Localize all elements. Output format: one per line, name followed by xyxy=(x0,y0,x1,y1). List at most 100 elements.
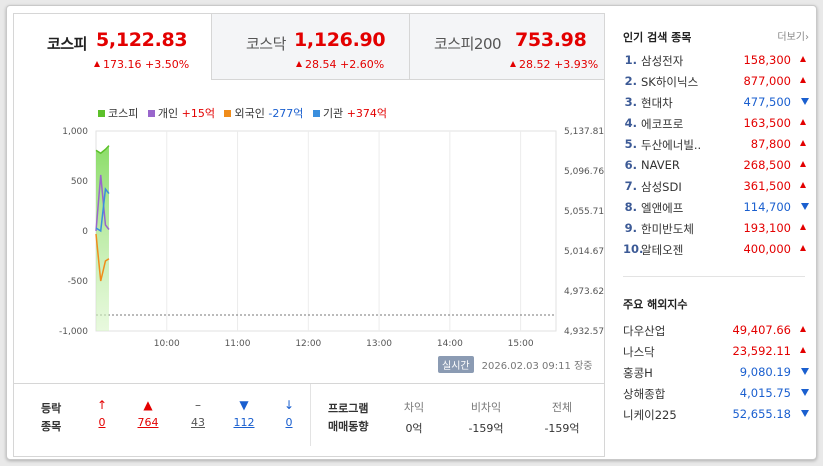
list-item[interactable]: 3. 현대차 477,500 xyxy=(623,95,809,116)
program-value: 0억 xyxy=(405,422,423,435)
stock-name[interactable]: 삼성SDI xyxy=(641,179,682,195)
up-arrow-icon xyxy=(800,326,806,332)
tab-kospi[interactable]: 코스피 5,122.83 173.16 +3.50% xyxy=(14,14,211,80)
breadth-count[interactable]: 43 xyxy=(180,416,216,429)
up-arrow-icon xyxy=(800,347,806,353)
tab-value: 753.98 xyxy=(515,29,587,51)
plot-area xyxy=(95,130,557,332)
list-item[interactable]: 4. 에코프로 163,500 xyxy=(623,116,809,137)
popular-header: 인기 검색 종목 더보기› xyxy=(623,26,809,46)
list-item[interactable]: 홍콩H 9,080.19 xyxy=(623,365,809,386)
right-tick-label: 5,096.76 xyxy=(564,167,604,177)
timestamp: 실시간 2026.02.03 09:11 장중 xyxy=(438,356,592,373)
divider xyxy=(623,276,805,277)
stock-name[interactable]: 삼성전자 xyxy=(641,53,683,69)
program-label-2: 매매동향 xyxy=(328,420,369,433)
x-tick-label: 12:00 xyxy=(295,339,321,349)
stock-price: 87,800 xyxy=(750,137,791,151)
program-arbitrage: 차익 0억 xyxy=(394,399,434,436)
rank-number: 8. xyxy=(624,200,637,214)
breadth-label-1: 등락 xyxy=(41,402,62,415)
stock-name[interactable]: NAVER xyxy=(641,158,680,172)
right-tick-label: 5,055.71 xyxy=(564,207,604,217)
x-tick-label: 15:00 xyxy=(508,339,534,349)
stock-name[interactable]: 에코프로 xyxy=(641,116,683,132)
breadth-limit-up: ↑ 0 xyxy=(84,398,120,429)
index-name[interactable]: 니케이225 xyxy=(623,407,677,423)
kospi-area xyxy=(96,145,109,331)
left-tick-label: 1,000 xyxy=(62,127,88,137)
breadth-count[interactable]: 112 xyxy=(226,416,262,429)
list-item[interactable]: 2. SK하이닉스 877,000 xyxy=(623,74,809,95)
tab-name: 코스닥 xyxy=(246,35,286,53)
tab-change: 173.16 +3.50% xyxy=(94,58,189,71)
program-total: 전체 -159억 xyxy=(536,399,588,436)
more-link[interactable]: 더보기› xyxy=(777,28,809,43)
up-arrow-icon xyxy=(800,56,806,62)
x-tick-label: 10:00 xyxy=(154,339,180,349)
list-item[interactable]: 10. 알테오젠 400,000 xyxy=(623,242,809,263)
index-name[interactable]: 다우산업 xyxy=(623,323,665,339)
tab-kospi200[interactable]: 코스피200 753.98 28.52 +3.93% xyxy=(409,14,604,80)
overseas-title: 주요 해외지수 xyxy=(623,298,688,311)
change-text: 28.52 +3.93% xyxy=(519,58,599,71)
index-value: 52,655.18 xyxy=(732,407,791,421)
left-tick-label: 500 xyxy=(71,177,88,187)
list-item[interactable]: 7. 삼성SDI 361,500 xyxy=(623,179,809,200)
up-arrow-icon xyxy=(800,77,806,83)
limit-down-arrow-icon: ↓ xyxy=(283,398,295,412)
index-value: 4,015.75 xyxy=(739,386,791,400)
down-arrow-icon xyxy=(801,389,809,396)
index-value: 49,407.66 xyxy=(732,323,791,337)
list-item[interactable]: 6. NAVER 268,500 xyxy=(623,158,809,179)
program-header: 전체 xyxy=(551,401,573,414)
rank-number: 4. xyxy=(624,116,637,130)
down-arrow-icon xyxy=(801,98,809,105)
legend-swatch xyxy=(312,110,320,117)
list-item[interactable]: 9. 한미반도체 193,100 xyxy=(623,221,809,242)
stock-name[interactable]: 현대차 xyxy=(641,95,673,111)
overseas-list: 다우산업 49,407.66 나스닥 23,592.11 홍콩H 9,080.19 상해종합… xyxy=(623,323,809,428)
x-tick-label: 13:00 xyxy=(366,339,392,349)
down-triangle-icon: ▼ xyxy=(239,398,249,412)
breadth-count[interactable]: 0 xyxy=(271,416,307,429)
stock-name[interactable]: 알테오젠 xyxy=(641,242,683,258)
stock-name[interactable]: 한미반도체 xyxy=(641,221,694,237)
breadth-count[interactable]: 764 xyxy=(130,416,166,429)
more-label: 더보기 xyxy=(777,32,805,43)
market-breadth: 등락 종목 ↑ 0 ▲ 764 – 43 ▼ 112 ↓ 0 프로그램 매매동향… xyxy=(14,383,604,456)
up-arrow-icon xyxy=(800,245,806,251)
realtime-badge: 실시간 xyxy=(438,356,474,373)
left-tick-label: -1,000 xyxy=(59,327,88,337)
index-value: 9,080.19 xyxy=(739,365,791,379)
breadth-flat: – 43 xyxy=(180,398,216,429)
list-item[interactable]: 8. 엘앤에프 114,700 xyxy=(623,200,809,221)
index-name[interactable]: 상해종합 xyxy=(623,386,665,402)
tab-value: 1,126.90 xyxy=(294,29,386,51)
stock-name[interactable]: 엘앤에프 xyxy=(641,200,683,216)
breadth-count[interactable]: 0 xyxy=(84,416,120,429)
right-tick-label: 5,014.67 xyxy=(564,247,604,257)
program-non-arbitrage: 비차익 -159억 xyxy=(460,399,512,436)
stock-name[interactable]: SK하이닉스 xyxy=(641,74,698,90)
market-widget: 코스피 5,122.83 173.16 +3.50% 코스닥 1,126.90 … xyxy=(6,5,817,460)
legend-swatch xyxy=(147,110,155,117)
list-item[interactable]: 상해종합 4,015.75 xyxy=(623,386,809,407)
up-arrow-icon xyxy=(94,61,100,67)
index-name[interactable]: 홍콩H xyxy=(623,365,653,381)
stock-name[interactable]: 두산에너빌.. xyxy=(641,137,701,153)
left-tick-label: 0 xyxy=(82,227,88,237)
list-item[interactable]: 1. 삼성전자 158,300 xyxy=(623,53,809,74)
list-item[interactable]: 나스닥 23,592.11 xyxy=(623,344,809,365)
legend-swatch xyxy=(98,110,105,117)
up-arrow-icon xyxy=(800,161,806,167)
right-tick-label: 4,973.62 xyxy=(564,287,604,297)
right-tick-label: 5,137.81 xyxy=(564,127,604,137)
list-item[interactable]: 5. 두산에너빌.. 87,800 xyxy=(623,137,809,158)
tab-kosdaq[interactable]: 코스닥 1,126.90 28.54 +2.60% xyxy=(211,14,409,80)
list-item[interactable]: 다우산업 49,407.66 xyxy=(623,323,809,344)
rank-number: 7. xyxy=(624,179,637,193)
index-name[interactable]: 나스닥 xyxy=(623,344,655,360)
list-item[interactable]: 니케이225 52,655.18 xyxy=(623,407,809,428)
program-value: -159억 xyxy=(544,422,580,435)
